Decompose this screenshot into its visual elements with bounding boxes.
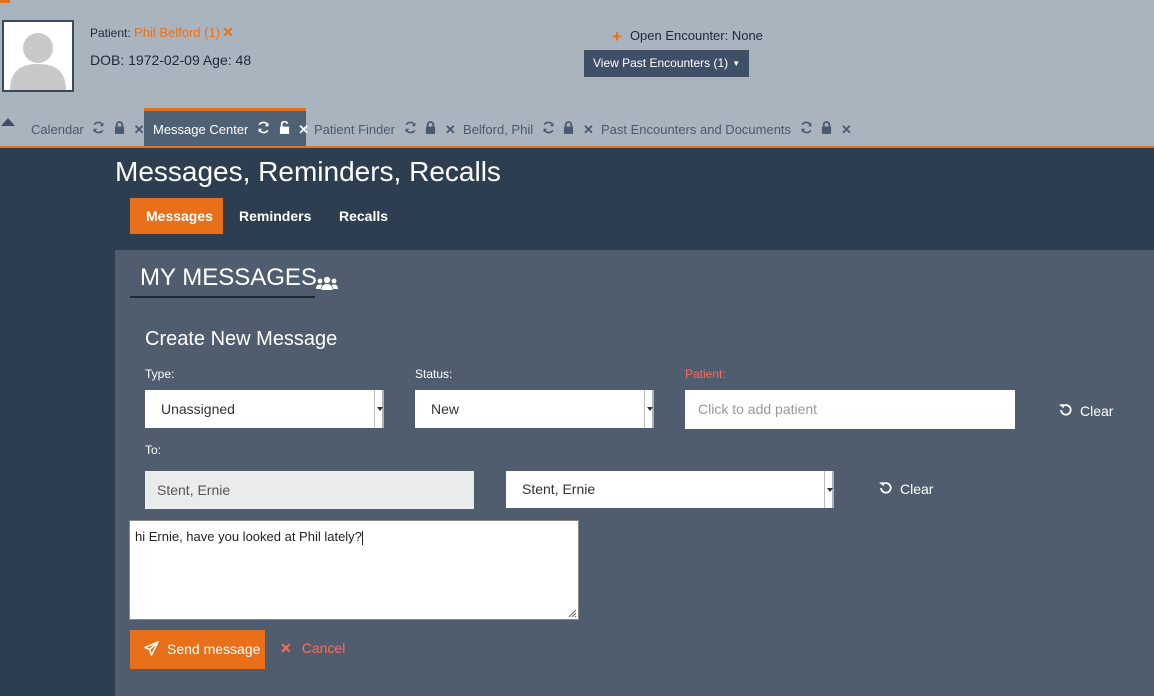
caret-down-icon: [644, 390, 654, 428]
close-patient-icon[interactable]: ✕: [222, 24, 234, 40]
type-select[interactable]: Unassigned: [145, 390, 384, 428]
send-message-label: Send message: [167, 641, 261, 657]
message-body-textarea[interactable]: hi Ernie, have you looked at Phil lately…: [129, 520, 579, 620]
view-past-encounters-button[interactable]: View Past Encounters (1) ▼: [584, 50, 749, 77]
section-underline: [130, 296, 315, 298]
clear-recipient-button[interactable]: Clear: [878, 479, 933, 499]
to-recipients-field: Stent, Ernie: [145, 471, 474, 509]
open-encounter-info: + Open Encounter: None: [612, 25, 763, 46]
cancel-button[interactable]: ✕ Cancel: [280, 640, 345, 657]
patient-field-label: Patient:: [685, 367, 726, 381]
status-select[interactable]: New: [415, 390, 654, 428]
to-user-select-value: Stent, Ernie: [522, 481, 596, 497]
nav-recalls[interactable]: Recalls: [339, 198, 388, 234]
view-past-encounters-label: View Past Encounters (1): [593, 56, 729, 70]
tab-label: Patient Finder: [314, 122, 395, 137]
status-select-value: New: [431, 401, 460, 417]
paper-plane-icon: [144, 641, 159, 656]
caret-down-icon: [824, 471, 834, 508]
tab-message-center[interactable]: Message Center ✕: [144, 108, 309, 149]
tab-patient-finder[interactable]: Patient Finder ✕: [314, 108, 456, 148]
users-group-icon[interactable]: [316, 276, 338, 295]
refresh-icon[interactable]: [257, 111, 270, 149]
patient-label: Patient:: [90, 26, 131, 40]
close-icon: ✕: [280, 640, 292, 656]
open-encounter-text: Open Encounter: None: [629, 28, 763, 43]
nav-messages[interactable]: Messages: [130, 198, 223, 234]
to-user-select[interactable]: Stent, Ernie: [506, 471, 834, 508]
unlock-icon[interactable]: [279, 111, 290, 149]
tab-past-encounters-documents[interactable]: Past Encounters and Documents ✕: [601, 108, 852, 148]
clear-label: Clear: [900, 481, 934, 497]
undo-icon: [878, 482, 892, 494]
patient-dob-age: DOB: 1972-02-09 Age: 48: [90, 52, 252, 68]
tab-label: Belford, Phil: [463, 122, 534, 137]
text-cursor: [361, 530, 363, 545]
type-label: Type:: [145, 367, 175, 381]
send-message-button[interactable]: Send message: [130, 630, 265, 669]
clear-label: Clear: [1080, 403, 1114, 419]
brand-strip: [0, 0, 10, 3]
message-body-text: hi Ernie, have you looked at Phil lately…: [135, 529, 362, 544]
to-label: To:: [145, 443, 162, 457]
caret-down-icon: ▼: [732, 59, 741, 68]
clear-patient-button[interactable]: Clear: [1058, 401, 1113, 421]
tab-label: Calendar: [31, 122, 84, 137]
nav-reminders[interactable]: Reminders: [239, 198, 311, 234]
section-title: MY MESSAGES: [140, 264, 317, 291]
tab-label: Message Center: [153, 122, 249, 137]
patient-line: Patient: Phil Belford (1) ✕: [90, 24, 234, 41]
tab-calendar[interactable]: Calendar ✕: [31, 108, 145, 148]
tab-bar: Calendar ✕ Message Center ✕ Patient Find…: [0, 108, 1154, 148]
create-message-title: Create New Message: [145, 328, 338, 350]
tab-bar-divider: [0, 146, 1154, 148]
resize-handle-icon[interactable]: [568, 609, 577, 618]
tab-belford-phil[interactable]: Belford, Phil ✕: [463, 108, 594, 148]
tab-label: Past Encounters and Documents: [601, 122, 792, 137]
type-select-value: Unassigned: [161, 401, 235, 417]
patient-avatar[interactable]: [2, 20, 74, 92]
patient-name-link[interactable]: Phil Belford (1): [134, 25, 220, 40]
caret-down-icon: [374, 390, 384, 428]
cancel-label: Cancel: [301, 640, 346, 656]
user-silhouette-icon: [4, 22, 72, 90]
status-label: Status:: [415, 367, 453, 381]
page-title: Messages, Reminders, Recalls: [115, 156, 501, 187]
close-tab-icon[interactable]: ✕: [298, 111, 309, 149]
undo-icon: [1058, 404, 1072, 416]
patient-input[interactable]: Click to add patient: [685, 390, 1015, 429]
plus-icon[interactable]: +: [612, 27, 622, 46]
